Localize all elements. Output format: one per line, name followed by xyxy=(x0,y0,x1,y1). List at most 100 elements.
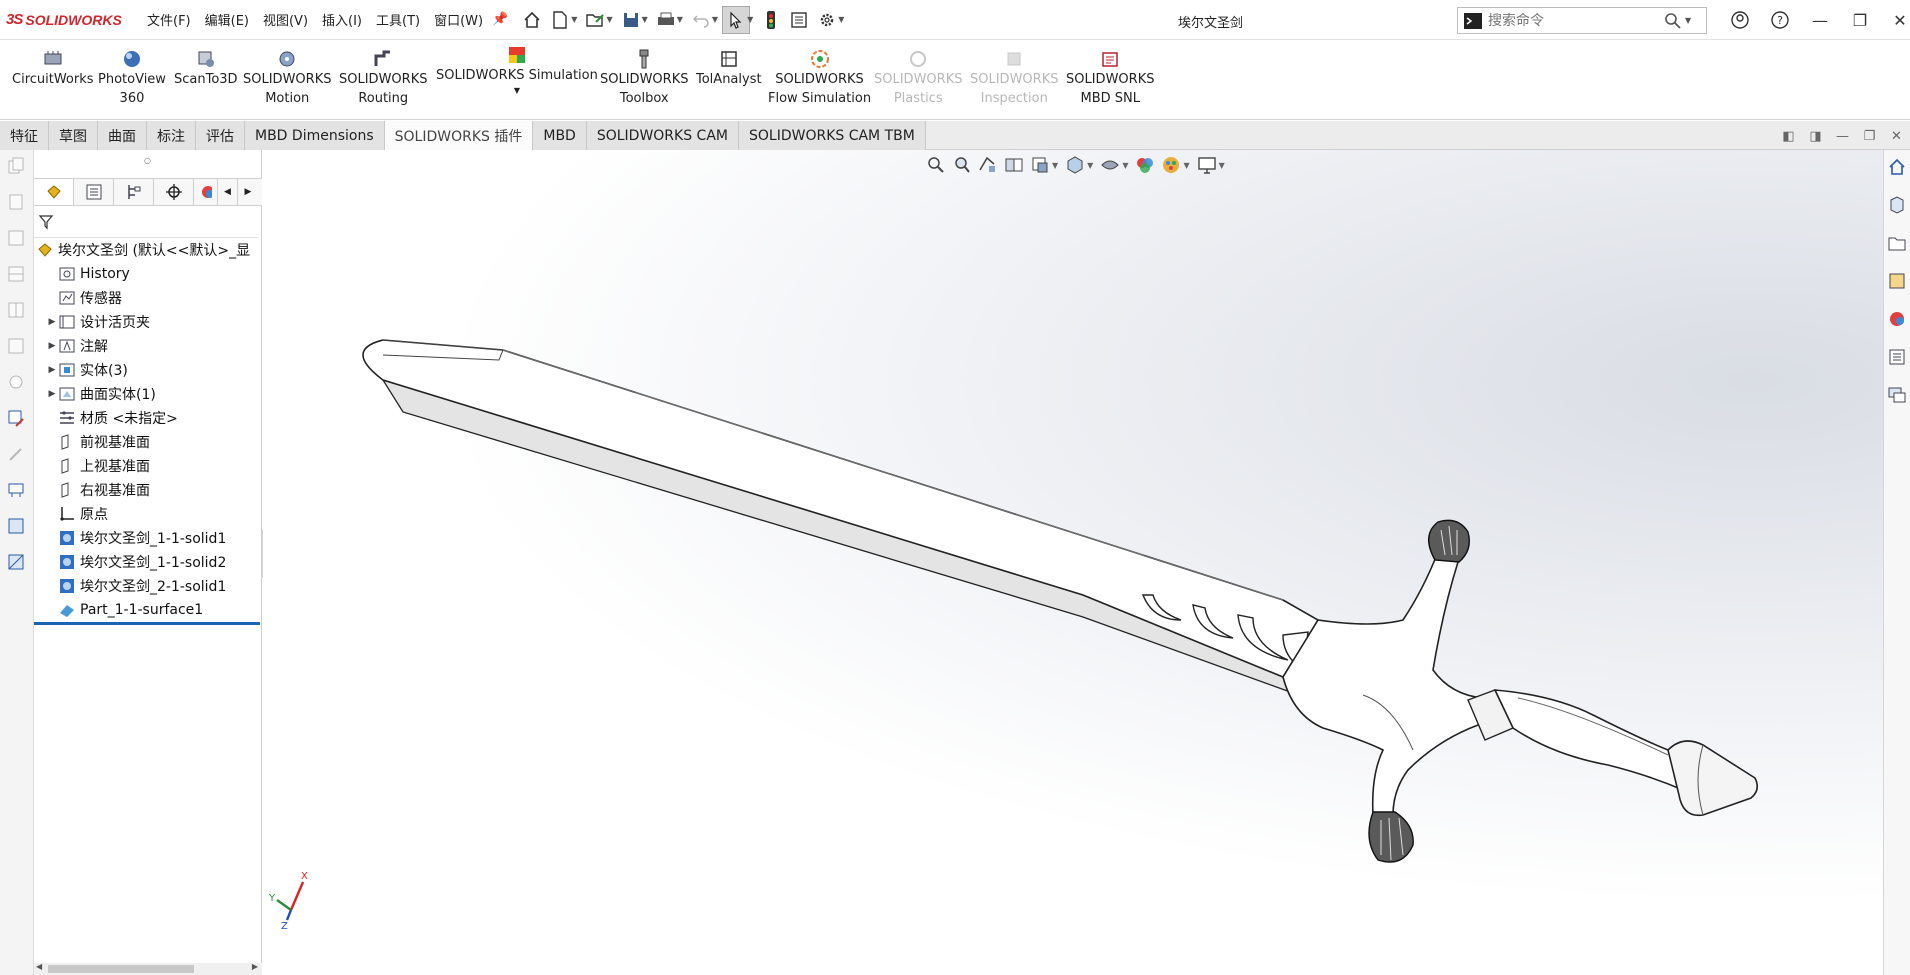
forum-icon[interactable] xyxy=(1886,383,1908,407)
panel-scroll-left-icon[interactable]: ◀ xyxy=(218,179,238,205)
solidworks-inspection-button[interactable]: SOLIDWORKS Inspection xyxy=(970,48,1058,108)
featuremanager-tab-icon[interactable] xyxy=(34,179,74,205)
search-input[interactable] xyxy=(1488,12,1663,29)
file-properties-icon[interactable] xyxy=(785,6,813,34)
menu-insert[interactable]: 插入(I) xyxy=(315,10,369,29)
menu-edit[interactable]: 编辑(E) xyxy=(198,10,256,29)
photoview-360-button[interactable]: PhotoView 360 xyxy=(98,48,166,108)
close-icon[interactable]: ✕ xyxy=(1880,8,1910,32)
expand-arrow-icon[interactable]: ▶ xyxy=(46,365,58,375)
menu-view[interactable]: 视图(V) xyxy=(256,10,315,29)
circuitworks-button[interactable]: CircuitWorks xyxy=(12,48,94,89)
print-dropdown-icon[interactable]: ▼ xyxy=(677,15,683,24)
sword-model[interactable] xyxy=(263,150,1883,975)
solidworks-plastics-button[interactable]: SOLIDWORKS Plastics xyxy=(874,48,962,108)
tab-solidworks-cam[interactable]: SOLIDWORKS CAM xyxy=(586,121,739,150)
select-dropdown-icon[interactable]: ▼ xyxy=(747,15,753,24)
tile-left-icon[interactable]: ◧ xyxy=(1775,129,1802,144)
view-3-icon[interactable] xyxy=(6,300,26,320)
solidworks-logo[interactable]: 3S SOLIDWORKS xyxy=(6,11,140,28)
restore-icon[interactable]: ❐ xyxy=(1840,8,1880,32)
tab-surfaces[interactable]: 曲面 xyxy=(98,121,147,150)
doc-close-icon[interactable]: ✕ xyxy=(1883,129,1910,144)
save-dropdown-icon[interactable]: ▼ xyxy=(642,15,648,24)
view-4-icon[interactable] xyxy=(6,336,26,356)
scroll-thumb[interactable] xyxy=(48,965,194,973)
undo-icon[interactable] xyxy=(687,6,715,34)
search-icon[interactable] xyxy=(1663,11,1683,31)
tab-sketch[interactable]: 草图 xyxy=(49,121,98,150)
tree-item-annotations[interactable]: ▶ 注解 xyxy=(34,334,262,358)
sketch-tool-icon[interactable] xyxy=(6,408,26,428)
menu-window[interactable]: 窗口(W) xyxy=(427,10,490,29)
tree-item-front-plane[interactable]: 前视基准面 xyxy=(34,430,262,454)
tab-evaluate[interactable]: 评估 xyxy=(196,121,245,150)
tolanalyst-button[interactable]: TolAnalyst xyxy=(696,48,762,89)
options-dropdown-icon[interactable]: ▼ xyxy=(838,15,844,24)
pin-menu-icon[interactable]: 📌 xyxy=(492,12,508,27)
simulation-dropdown-icon[interactable]: ▼ xyxy=(514,85,520,97)
user-account-icon[interactable] xyxy=(1720,8,1760,32)
tree-root-part[interactable]: 埃尔文圣剑 (默认<<默认>_显 xyxy=(34,238,262,262)
search-dropdown-icon[interactable]: ▼ xyxy=(1685,16,1691,25)
tree-item-material[interactable]: 材质 <未指定> xyxy=(34,406,262,430)
measure-tool-icon[interactable] xyxy=(6,480,26,500)
doc-minimize-icon[interactable]: — xyxy=(1829,129,1856,144)
tree-item-solid2[interactable]: 埃尔文圣剑_1-1-solid2 xyxy=(34,550,262,574)
options-gear-icon[interactable] xyxy=(813,6,841,34)
appearances-scenes-icon[interactable] xyxy=(1886,307,1908,331)
custom-properties-icon[interactable] xyxy=(1886,345,1908,369)
filter-icon[interactable] xyxy=(38,214,54,230)
tree-item-right-plane[interactable]: 右视基准面 xyxy=(34,478,262,502)
propertymanager-tab-icon[interactable] xyxy=(74,179,114,205)
graphics-area[interactable]: ▼ ▼ ▼ ▼ ▼ X Y Z xyxy=(263,150,1883,975)
home-icon[interactable] xyxy=(518,6,546,34)
tab-annotate[interactable]: 标注 xyxy=(147,121,196,150)
view-icon[interactable] xyxy=(6,228,26,248)
solidworks-motion-button[interactable]: SOLIDWORKS Motion xyxy=(243,48,331,108)
doc-restore-icon[interactable]: ❐ xyxy=(1856,129,1883,144)
panel-scroll-right-icon[interactable]: ▶ xyxy=(238,179,258,205)
tree-item-surface1[interactable]: Part_1-1-surface1 xyxy=(34,598,262,622)
tab-mbd[interactable]: MBD xyxy=(533,121,587,150)
tree-item-solid3[interactable]: 埃尔文圣剑_2-1-solid1 xyxy=(34,574,262,598)
tree-item-history[interactable]: History xyxy=(34,262,262,286)
view-5-icon[interactable] xyxy=(6,372,26,392)
tab-solidworks-cam-tbm[interactable]: SOLIDWORKS CAM TBM xyxy=(738,121,926,150)
scroll-right-arrow-icon[interactable]: ▶ xyxy=(252,962,258,971)
mbd-snl-button[interactable]: SOLIDWORKS MBD SNL xyxy=(1066,48,1154,108)
save-icon[interactable] xyxy=(617,6,645,34)
paste-icon[interactable] xyxy=(6,192,26,212)
scanto3d-button[interactable]: ScanTo3D xyxy=(174,48,238,89)
menu-tools[interactable]: 工具(T) xyxy=(369,10,427,29)
new-dropdown-icon[interactable]: ▼ xyxy=(571,15,577,24)
tab-solidworks-addins[interactable]: SOLIDWORKS 插件 xyxy=(384,121,534,150)
select-pointer-icon[interactable] xyxy=(722,5,751,34)
rebuild-traffic-light-icon[interactable] xyxy=(757,6,785,34)
view-palette-icon[interactable] xyxy=(1886,269,1908,293)
solidworks-toolbox-button[interactable]: SOLIDWORKS Toolbox xyxy=(600,48,688,108)
copy-icon[interactable] xyxy=(6,156,26,176)
display-manager-tab-icon[interactable] xyxy=(194,179,218,205)
view-2-icon[interactable] xyxy=(6,264,26,284)
edit-tool-icon[interactable] xyxy=(6,444,26,464)
new-document-icon[interactable] xyxy=(546,6,574,34)
tree-item-solid1[interactable]: 埃尔文圣剑_1-1-solid1 xyxy=(34,526,262,550)
open-dropdown-icon[interactable]: ▼ xyxy=(606,15,612,24)
minimize-icon[interactable]: — xyxy=(1800,8,1840,32)
tree-item-sensors[interactable]: 传感器 xyxy=(34,286,262,310)
flow-simulation-button[interactable]: SOLIDWORKS Flow Simulation xyxy=(768,48,871,108)
tree-item-surface-bodies[interactable]: ▶ 曲面实体(1) xyxy=(34,382,262,406)
panel-splitter-handle[interactable]: ○ xyxy=(144,156,151,165)
tree-item-solid-bodies[interactable]: ▶ 实体(3) xyxy=(34,358,262,382)
solidworks-resources-home-icon[interactable] xyxy=(1886,155,1908,179)
search-box[interactable]: ▼ xyxy=(1457,7,1707,34)
mass-properties-icon[interactable] xyxy=(6,516,26,536)
tile-right-icon[interactable]: ◨ xyxy=(1802,129,1829,144)
expand-arrow-icon[interactable]: ▶ xyxy=(46,341,58,351)
open-icon[interactable] xyxy=(581,6,609,34)
print-icon[interactable] xyxy=(652,6,680,34)
tree-filter[interactable] xyxy=(34,208,258,238)
tree-item-design-binder[interactable]: ▶ 设计活页夹 xyxy=(34,310,262,334)
file-explorer-icon[interactable] xyxy=(1886,231,1908,255)
